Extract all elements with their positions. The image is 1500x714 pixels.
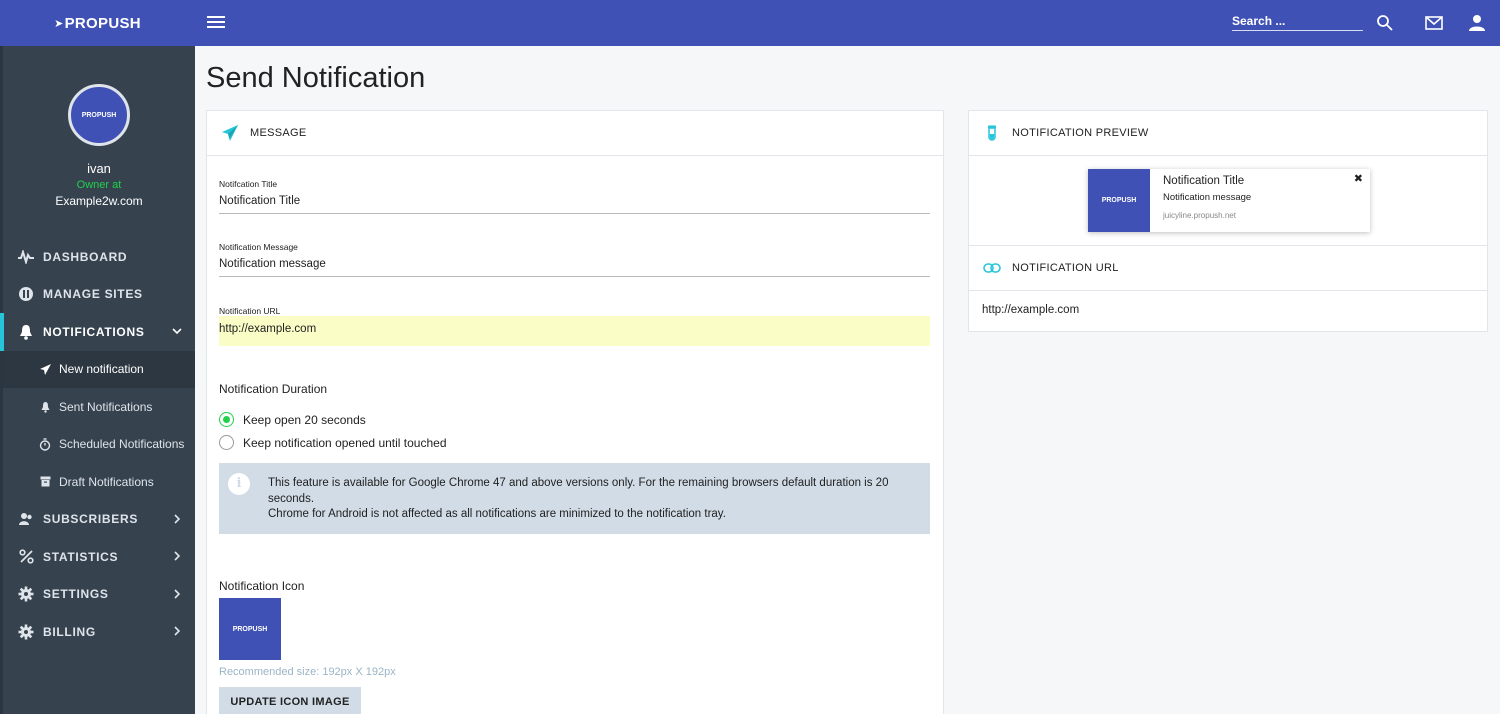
duration-label: Notification Duration — [219, 382, 328, 396]
avatar[interactable]: PROPUSH — [68, 84, 130, 146]
gear-icon — [18, 624, 34, 640]
sidebar-item-notifications[interactable]: NOTIFICATIONS — [0, 313, 195, 351]
radio-checked[interactable] — [219, 412, 234, 427]
gear-icon — [18, 586, 34, 602]
pulse-icon — [18, 249, 34, 265]
chevron-right-icon — [174, 588, 181, 599]
url-card: NOTIFICATION URL http://example.com — [968, 245, 1488, 332]
sidebar-subitem-draft-notifications[interactable]: Draft Notifications — [3, 463, 195, 501]
message-field: Notification Message — [219, 242, 930, 277]
sites-icon — [18, 286, 34, 302]
sidebar-subitem-scheduled-notifications[interactable]: Scheduled Notifications — [3, 426, 195, 464]
url-field-label: Notification URL — [219, 306, 281, 316]
preview-domain: juicyline.propush.net — [1163, 211, 1236, 220]
preview-title: Notification Title — [1163, 175, 1245, 187]
sidebar-subitem-sent-notifications[interactable]: Sent Notifications — [3, 388, 195, 426]
users-icon — [18, 511, 34, 527]
link-icon — [983, 259, 1001, 277]
notification-icon-image: PROPUSH — [219, 598, 281, 660]
icon-size-hint: Recommended size: 192px X 192px — [219, 666, 396, 678]
test-tube-icon — [983, 124, 1001, 142]
message-card: MESSAGE Notifcation Title Notification M… — [206, 110, 944, 714]
chevron-right-icon — [174, 551, 181, 561]
sidebar-item-settings[interactable]: SETTINGS — [3, 576, 195, 614]
url-value[interactable]: http://example.com — [969, 291, 1487, 316]
bell-icon — [18, 324, 34, 340]
duration-option-until-touched[interactable]: Keep notification opened until touched — [219, 435, 447, 450]
info-text-1: This feature is available for Google Chr… — [268, 477, 889, 505]
sidebar: PROPUSH ivan Owner at Example2w.com DASH… — [0, 46, 195, 714]
sidebar-item-subscribers[interactable]: SUBSCRIBERS — [3, 501, 195, 539]
notification-preview: PROPUSH Notification Title Notification … — [1088, 169, 1370, 232]
chevron-down-icon — [172, 328, 182, 335]
sidebar-item-dashboard[interactable]: DASHBOARD — [3, 238, 195, 276]
sidebar-subitem-new-notification[interactable]: New notification — [3, 350, 195, 388]
close-icon[interactable]: ✖ — [1354, 172, 1363, 185]
bell-icon — [38, 400, 52, 414]
preview-logo: PROPUSH — [1088, 169, 1150, 232]
preview-card: NOTIFICATION PREVIEW PROPUSH Notificatio… — [968, 110, 1488, 246]
search-field[interactable] — [1232, 12, 1363, 31]
url-field: Notification URL — [219, 306, 930, 346]
sidebar-item-billing[interactable]: BILLING — [3, 613, 195, 651]
search-icon[interactable] — [1375, 13, 1395, 33]
archive-icon — [38, 475, 52, 489]
logo-arrow-icon: ➤ — [54, 17, 64, 30]
url-input[interactable] — [219, 316, 930, 346]
profile-name: ivan — [87, 161, 111, 176]
radio-unchecked[interactable] — [219, 435, 234, 450]
message-field-label: Notification Message — [219, 242, 298, 252]
preview-card-header: NOTIFICATION PREVIEW — [969, 111, 1487, 156]
sidebar-item-statistics[interactable]: STATISTICS — [3, 538, 195, 576]
chevron-right-icon — [174, 513, 181, 524]
user-icon[interactable] — [1467, 13, 1487, 33]
info-text-2: Chrome for Android is not affected as al… — [268, 508, 726, 520]
update-icon-button[interactable]: UPDATE ICON IMAGE — [219, 687, 361, 714]
info-box: i This feature is available for Google C… — [219, 463, 930, 534]
search-input[interactable] — [1232, 14, 1363, 28]
title-field: Notifcation Title — [219, 179, 930, 214]
duration-option-20s[interactable]: Keep open 20 seconds — [219, 412, 366, 427]
top-bar: ➤ PROPUSH — [0, 0, 1500, 46]
page-title: Send Notification — [206, 62, 426, 94]
sidebar-item-manage-sites[interactable]: MANAGE SITES — [3, 276, 195, 314]
message-input[interactable] — [219, 252, 930, 277]
mail-icon[interactable] — [1424, 13, 1444, 33]
title-field-label: Notifcation Title — [219, 179, 278, 189]
message-card-header: MESSAGE — [207, 111, 943, 156]
info-icon: i — [228, 473, 250, 495]
icon-label: Notification Icon — [219, 579, 305, 593]
url-card-header: NOTIFICATION URL — [969, 246, 1487, 291]
send-icon — [38, 362, 52, 376]
preview-message: Notification message — [1163, 192, 1252, 203]
brand-logo[interactable]: ➤ PROPUSH — [0, 0, 195, 46]
menu-icon[interactable] — [207, 13, 225, 33]
chevron-right-icon — [174, 626, 181, 636]
percent-icon — [18, 549, 34, 565]
send-icon — [221, 124, 239, 142]
profile-role: Owner at — [76, 179, 122, 191]
profile-site: Example2w.com — [55, 194, 143, 208]
timer-icon — [38, 437, 52, 451]
profile: PROPUSH ivan Owner at Example2w.com — [3, 46, 195, 238]
title-input[interactable] — [219, 189, 930, 214]
